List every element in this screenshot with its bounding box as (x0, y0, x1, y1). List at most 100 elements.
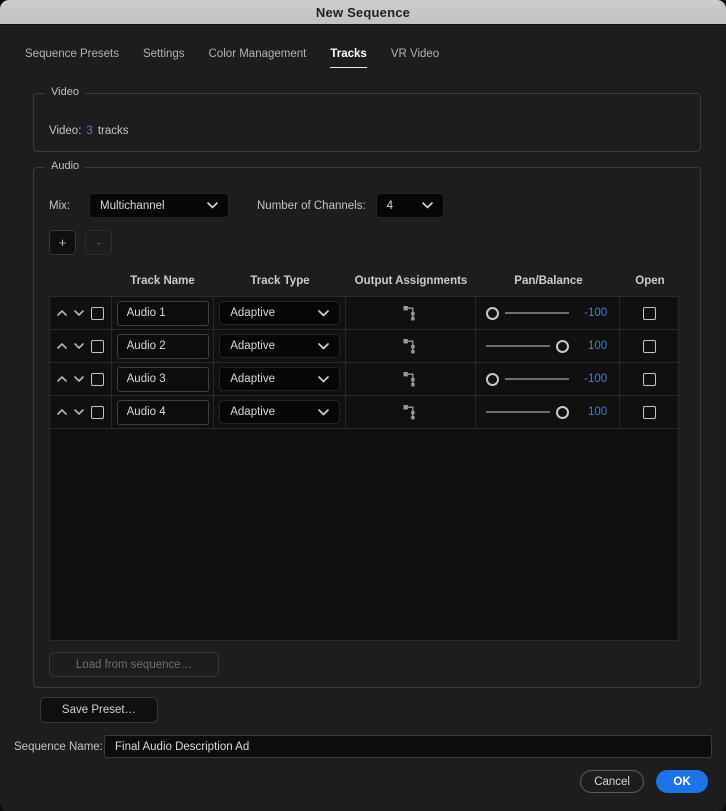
tab-vr-video[interactable]: VR Video (391, 48, 439, 68)
pan-balance-cell: -100 (476, 363, 621, 395)
move-track-up-button[interactable] (57, 373, 68, 385)
video-tracks-count[interactable]: 3 (86, 125, 92, 137)
track-type-value: Adaptive (230, 340, 275, 352)
titlebar[interactable]: New Sequence (0, 0, 726, 25)
tab-tracks[interactable]: Tracks (330, 48, 366, 68)
pan-balance-cell: 100 (476, 330, 621, 362)
track-type-dropdown[interactable]: Adaptive (219, 367, 340, 391)
open-track-checkbox[interactable] (643, 373, 656, 386)
pan-knob[interactable] (486, 373, 499, 386)
chevron-down-icon (74, 343, 84, 349)
audio-group: Audio Mix: Multichannel Number of Channe… (33, 167, 701, 688)
open-cell (620, 363, 678, 395)
track-row: Adaptive 100 (50, 396, 678, 429)
track-row: Adaptive 100 (50, 330, 678, 363)
output-routing-icon[interactable] (403, 404, 418, 420)
track-name-input[interactable] (117, 367, 209, 392)
pan-track (486, 411, 551, 413)
pan-value[interactable]: 100 (569, 406, 607, 418)
video-tracks-line: Video: 3 tracks (49, 125, 128, 137)
ok-button[interactable]: OK (656, 770, 708, 793)
track-select-checkbox[interactable] (91, 373, 104, 386)
audio-group-legend: Audio (45, 160, 85, 172)
track-type-dropdown[interactable]: Adaptive (219, 400, 340, 424)
pan-knob[interactable] (556, 340, 569, 353)
sequence-name-label: Sequence Name: (14, 741, 104, 753)
move-track-up-button[interactable] (57, 340, 68, 352)
pan-balance-cell: 100 (476, 396, 621, 428)
output-routing-icon[interactable] (403, 338, 418, 354)
pan-value[interactable]: 100 (569, 340, 607, 352)
track-name-cell (112, 396, 215, 428)
pan-slider[interactable]: -100 (486, 373, 608, 386)
track-select-checkbox[interactable] (91, 340, 104, 353)
pan-knob[interactable] (556, 406, 569, 419)
move-track-down-button[interactable] (74, 307, 85, 319)
chevron-down-icon (207, 202, 218, 209)
pan-value[interactable]: -100 (569, 373, 607, 385)
header-track-name: Track Name (111, 275, 214, 287)
tab-sequence-presets[interactable]: Sequence Presets (25, 48, 119, 68)
pan-slider[interactable]: -100 (486, 307, 608, 320)
chevron-up-icon (57, 376, 67, 382)
remove-track-button[interactable]: - (85, 230, 112, 255)
pan-slider[interactable]: 100 (486, 340, 608, 353)
track-name-input[interactable] (117, 334, 209, 359)
track-table: Adaptive -100 (49, 296, 679, 641)
open-track-checkbox[interactable] (643, 406, 656, 419)
cancel-button[interactable]: Cancel (580, 770, 644, 793)
output-assignments-cell (346, 396, 476, 428)
open-track-checkbox[interactable] (643, 340, 656, 353)
open-track-checkbox[interactable] (643, 307, 656, 320)
pan-slider[interactable]: 100 (486, 406, 608, 419)
track-type-dropdown[interactable]: Adaptive (219, 334, 340, 358)
audio-mix-row: Mix: Multichannel Number of Channels: 4 (49, 193, 444, 218)
move-track-up-button[interactable] (57, 406, 68, 418)
video-tracks-suffix: tracks (98, 125, 129, 137)
track-table-header: Track Name Track Type Output Assignments… (49, 275, 679, 287)
output-assignments-cell (346, 363, 476, 395)
chevron-up-icon (57, 343, 67, 349)
save-preset-button[interactable]: Save Preset… (40, 697, 158, 723)
dialog-title: New Sequence (316, 5, 410, 20)
track-reorder-cell (50, 363, 112, 395)
track-type-value: Adaptive (230, 406, 275, 418)
tab-settings[interactable]: Settings (143, 48, 185, 68)
move-track-down-button[interactable] (74, 406, 85, 418)
track-type-cell: Adaptive (214, 297, 346, 329)
add-track-button[interactable]: + (49, 230, 76, 255)
output-routing-icon[interactable] (403, 371, 418, 387)
track-type-dropdown[interactable]: Adaptive (219, 301, 340, 325)
output-assignments-cell (346, 330, 476, 362)
track-name-input[interactable] (117, 400, 209, 425)
track-reorder-cell (50, 396, 112, 428)
header-open: Open (621, 275, 679, 287)
track-name-cell (112, 297, 215, 329)
track-type-value: Adaptive (230, 307, 275, 319)
new-sequence-dialog: New Sequence Sequence Presets Settings C… (0, 0, 726, 811)
pan-track (505, 378, 570, 380)
track-select-checkbox[interactable] (91, 406, 104, 419)
sequence-name-input[interactable] (104, 735, 712, 758)
pan-value[interactable]: -100 (569, 307, 607, 319)
move-track-down-button[interactable] (74, 340, 85, 352)
video-group-legend: Video (45, 86, 85, 98)
mix-dropdown[interactable]: Multichannel (89, 193, 229, 218)
chevron-down-icon (74, 376, 84, 382)
chevron-down-icon (318, 343, 329, 350)
chevron-down-icon (422, 202, 433, 209)
footer-buttons: Cancel OK (580, 770, 708, 793)
sequence-name-row: Sequence Name: (14, 735, 712, 758)
output-routing-icon[interactable] (403, 305, 418, 321)
channels-dropdown-value: 4 (387, 200, 393, 212)
track-select-checkbox[interactable] (91, 307, 104, 320)
pan-knob[interactable] (486, 307, 499, 320)
channels-dropdown[interactable]: 4 (376, 193, 444, 218)
track-name-input[interactable] (117, 301, 209, 326)
move-track-up-button[interactable] (57, 307, 68, 319)
load-from-sequence-button[interactable]: Load from sequence… (49, 652, 219, 677)
tab-color-management[interactable]: Color Management (209, 48, 307, 68)
chevron-down-icon (318, 376, 329, 383)
move-track-down-button[interactable] (74, 373, 85, 385)
chevron-down-icon (318, 409, 329, 416)
